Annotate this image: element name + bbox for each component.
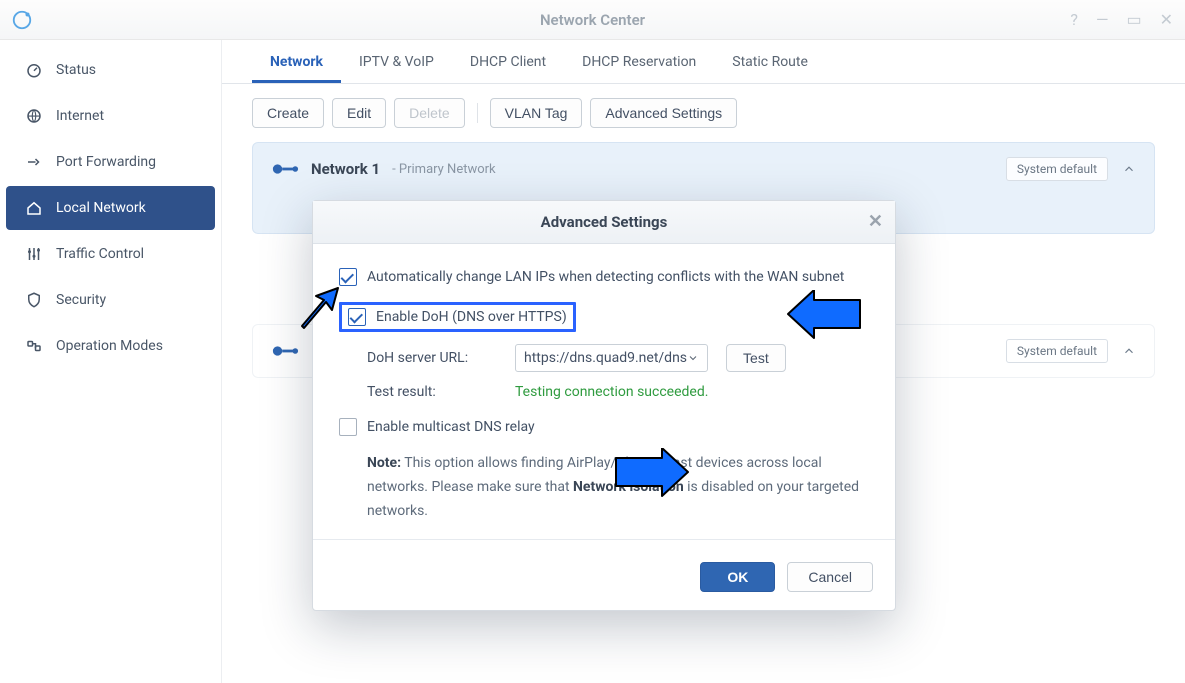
dialog-title: Advanced Settings [541, 213, 668, 231]
system-default-tag: System default [1006, 157, 1108, 181]
home-network-icon [24, 198, 44, 218]
tab-iptv-voip[interactable]: IPTV & VoIP [341, 42, 452, 83]
sidebar-item-security[interactable]: Security [6, 278, 215, 322]
shield-icon [24, 290, 44, 310]
enable-doh-checkbox[interactable] [348, 308, 366, 326]
modes-icon [24, 336, 44, 356]
dialog-close-icon[interactable]: ✕ [868, 211, 883, 232]
delete-button: Delete [394, 98, 464, 128]
enable-doh-label: Enable DoH (DNS over HTTPS) [376, 309, 567, 325]
sidebar-item-label: Port Forwarding [56, 154, 156, 170]
minimize-icon[interactable]: — [1092, 8, 1113, 31]
sidebar-item-port-forwarding[interactable]: Port Forwarding [6, 140, 215, 184]
sidebar-item-local-network[interactable]: Local Network [6, 186, 215, 230]
maximize-icon[interactable]: ▭ [1122, 8, 1145, 31]
dialog-header: Advanced Settings ✕ [313, 201, 895, 244]
sidebar-item-label: Traffic Control [56, 246, 144, 262]
system-default-tag: System default [1006, 339, 1108, 363]
ok-button[interactable]: OK [700, 562, 775, 592]
advanced-settings-button[interactable]: Advanced Settings [590, 98, 737, 128]
create-button[interactable]: Create [252, 98, 324, 128]
network-name: Network 1 [311, 160, 380, 178]
toolbar-divider [477, 103, 478, 123]
window-titlebar: Network Center ? — ▭ ✕ [0, 0, 1185, 40]
doh-url-label: DoH server URL: [367, 350, 497, 366]
multicast-dns-label: Enable multicast DNS relay [367, 419, 535, 435]
tab-static-route[interactable]: Static Route [714, 42, 826, 83]
toolbar: Create Edit Delete VLAN Tag Advanced Set… [222, 84, 1185, 142]
app-icon [10, 8, 34, 32]
gauge-icon [24, 60, 44, 80]
chevron-up-icon[interactable] [1122, 162, 1136, 176]
chevron-down-icon [687, 352, 699, 364]
network-node-icon [271, 162, 299, 176]
note-prefix: Note: [367, 455, 401, 471]
chevron-up-icon[interactable] [1122, 344, 1136, 358]
doh-url-select[interactable]: https://dns.quad9.net/dns [515, 344, 708, 372]
sidebar-item-label: Operation Modes [56, 338, 163, 354]
doh-url-value: https://dns.quad9.net/dns [524, 350, 687, 366]
advanced-settings-dialog: Advanced Settings ✕ Automatically change… [312, 200, 896, 611]
network-subtitle: - Primary Network [392, 162, 496, 177]
close-icon[interactable]: ✕ [1156, 8, 1177, 31]
tab-dhcp-reservation[interactable]: DHCP Reservation [564, 42, 714, 83]
sidebar-item-label: Security [56, 292, 106, 308]
tabs: Network IPTV & VoIP DHCP Client DHCP Res… [222, 40, 1185, 84]
help-icon[interactable]: ? [1066, 8, 1082, 31]
test-result-label: Test result: [367, 384, 497, 400]
sidebar-item-label: Local Network [56, 200, 146, 216]
tab-dhcp-client[interactable]: DHCP Client [452, 42, 564, 83]
globe-icon [24, 106, 44, 126]
network-node-icon [271, 344, 299, 358]
auto-lan-label: Automatically change LAN IPs when detect… [367, 269, 844, 285]
sidebar: Status Internet Port Forwarding Local Ne… [0, 40, 222, 683]
sidebar-item-status[interactable]: Status [6, 48, 215, 92]
vlan-tag-button[interactable]: VLAN Tag [490, 98, 583, 128]
window-title: Network Center [540, 11, 645, 29]
auto-lan-checkbox[interactable] [339, 268, 357, 286]
note-text: Note: This option allows finding AirPlay… [339, 442, 869, 523]
test-button[interactable]: Test [726, 344, 786, 372]
sidebar-item-label: Status [56, 62, 96, 78]
multicast-dns-checkbox[interactable] [339, 418, 357, 436]
cancel-button[interactable]: Cancel [787, 562, 873, 592]
sidebar-item-label: Internet [56, 108, 104, 124]
doh-highlight-annotation: Enable DoH (DNS over HTTPS) [339, 302, 576, 332]
sliders-icon [24, 244, 44, 264]
edit-button[interactable]: Edit [332, 98, 386, 128]
sidebar-item-operation-modes[interactable]: Operation Modes [6, 324, 215, 368]
forward-icon [24, 152, 44, 172]
sidebar-item-traffic-control[interactable]: Traffic Control [6, 232, 215, 276]
sidebar-item-internet[interactable]: Internet [6, 94, 215, 138]
test-result-value: Testing connection succeeded. [515, 384, 708, 400]
tab-network[interactable]: Network [252, 42, 341, 83]
